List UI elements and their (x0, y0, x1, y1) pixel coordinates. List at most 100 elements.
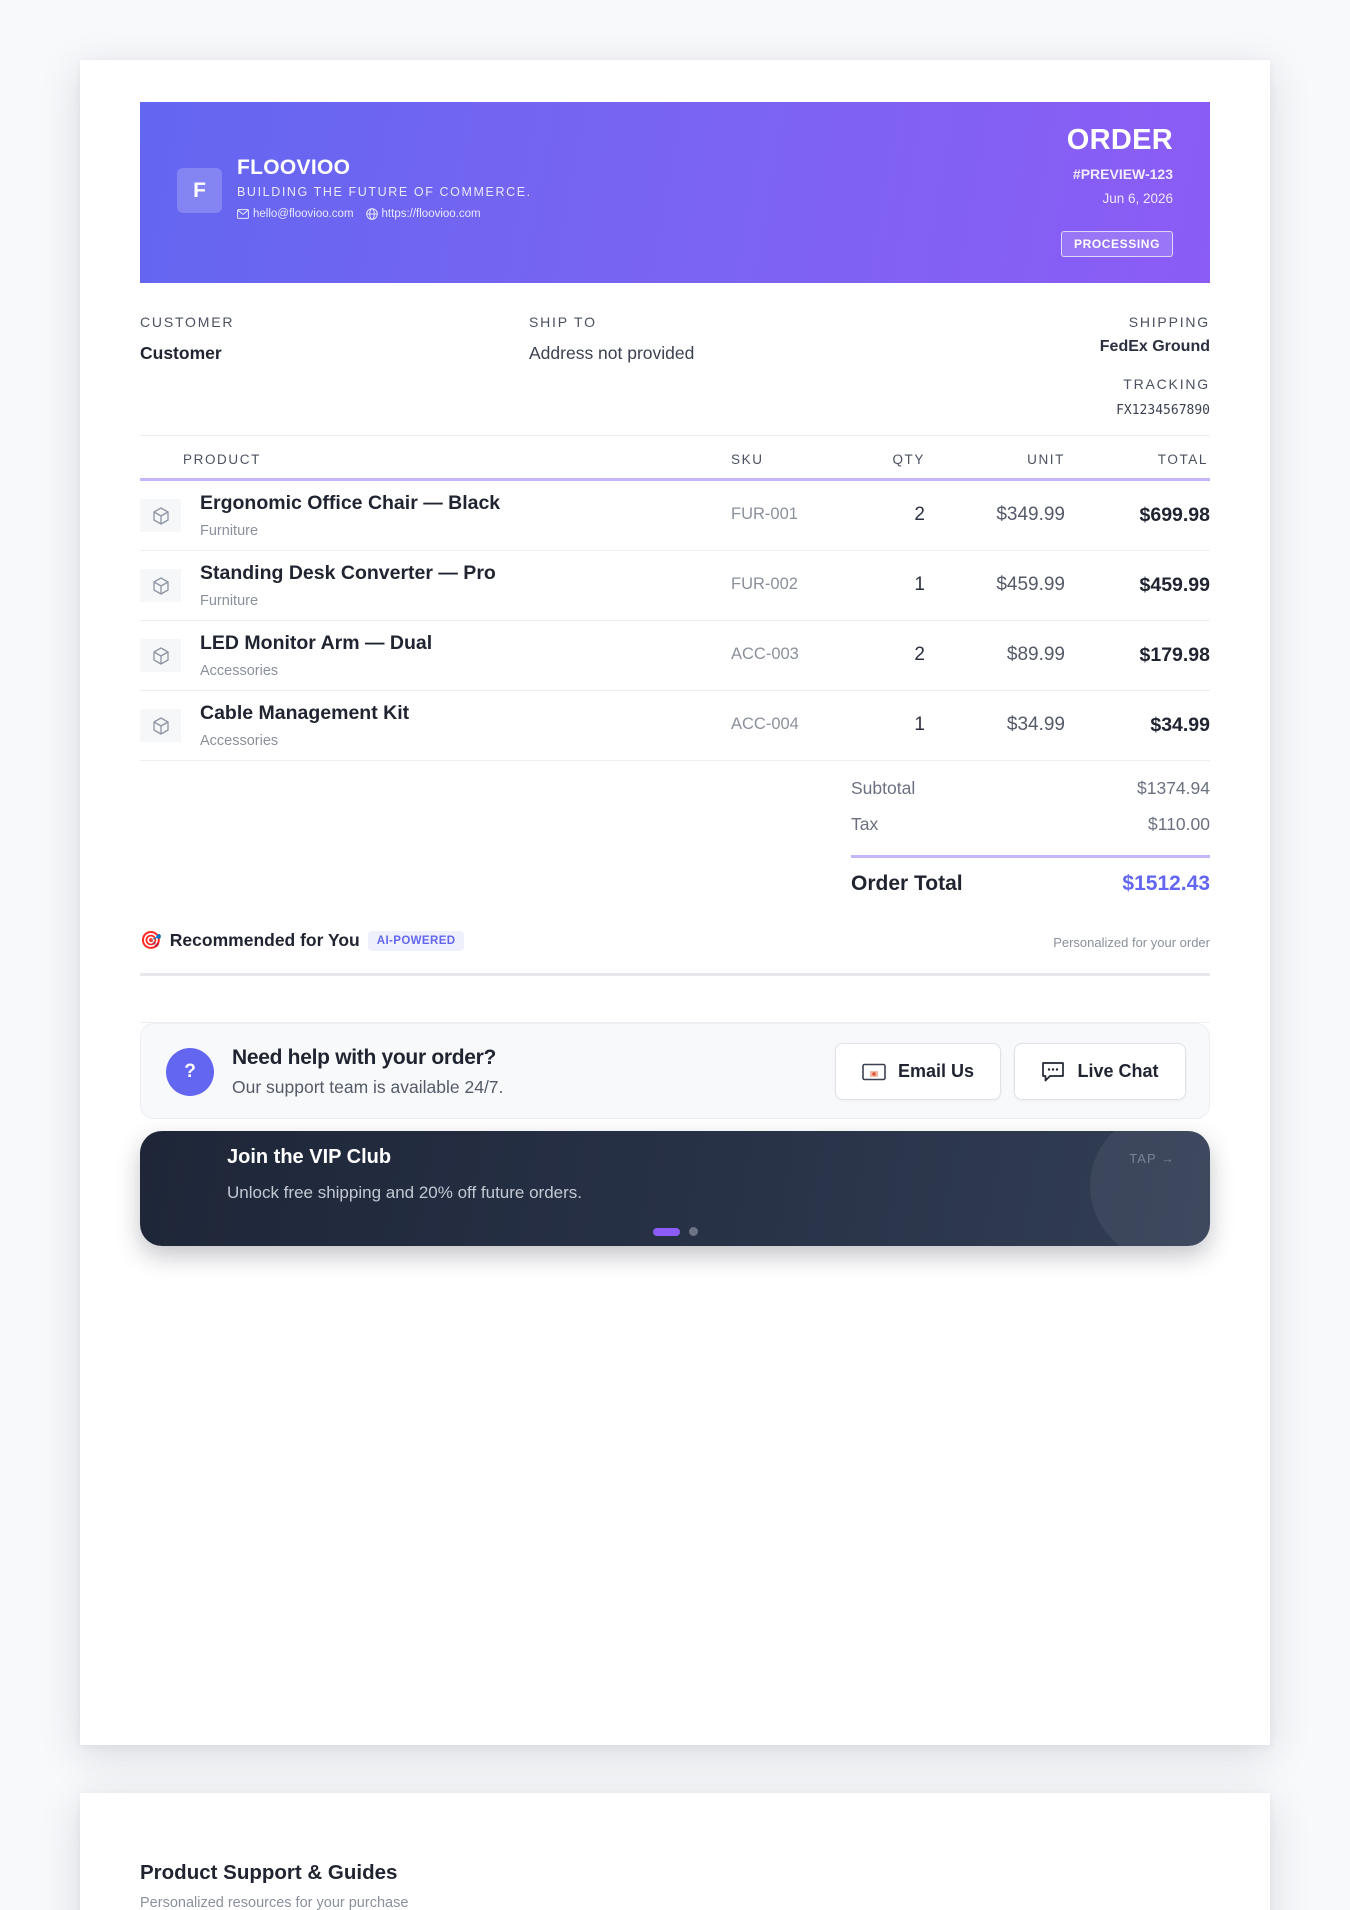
product-thumbnail (140, 569, 181, 602)
column-header-total: TOTAL (1157, 452, 1208, 467)
vip-club-banner[interactable]: Join the VIP Club Unlock free shipping a… (140, 1131, 1210, 1246)
status-badge: PROCESSING (1060, 231, 1173, 257)
column-header-qty: QTY (892, 452, 925, 467)
product-unit-price: $349.99 (996, 504, 1065, 525)
product-sku: ACC-004 (731, 715, 799, 733)
table-row[interactable]: Ergonomic Office Chair — Black Furniture… (140, 481, 1210, 551)
tap-hint: TAP → (1129, 1151, 1175, 1166)
brand-logo: F (177, 168, 222, 213)
carousel-dots (653, 1227, 698, 1236)
product-line-total: $34.99 (1150, 714, 1210, 736)
order-document-page: F FLOOVIOO BUILDING THE FUTURE OF COMMER… (80, 60, 1270, 1745)
product-name: Standing Desk Converter — Pro (200, 562, 496, 584)
order-number: #PREVIEW-123 (1072, 166, 1173, 182)
product-category: Accessories (200, 733, 279, 749)
tracking-number[interactable]: FX1234567890 (1116, 403, 1210, 418)
recommended-subtitle: Personalized for your order (1053, 935, 1210, 950)
package-icon (152, 506, 169, 525)
column-header-unit: UNIT (1027, 452, 1065, 467)
tax-value: $110.00 (1148, 814, 1210, 834)
help-icon: ? (166, 1048, 214, 1096)
tracking-label: TRACKING (1123, 376, 1210, 392)
product-line-total: $699.98 (1139, 504, 1211, 526)
customer-label: CUSTOMER (140, 314, 235, 330)
recommended-heading: 🎯 Recommended for You AI-POWERED (140, 930, 465, 951)
envelope-icon (862, 1063, 886, 1080)
product-unit-price: $89.99 (1006, 644, 1065, 665)
table-row[interactable]: LED Monitor Arm — Dual Accessories ACC-0… (140, 621, 1210, 691)
table-row[interactable]: Standing Desk Converter — Pro Furniture … (140, 551, 1210, 621)
product-qty: 1 (914, 714, 925, 735)
product-qty: 1 (914, 574, 925, 595)
subtotal-value: $1374.94 (1137, 778, 1210, 798)
target-icon: 🎯 (140, 930, 162, 950)
product-sku: FUR-002 (731, 575, 798, 593)
order-date: Jun 6, 2026 (1102, 191, 1173, 206)
ai-powered-badge: AI-POWERED (367, 930, 465, 951)
grand-total-value: $1512.43 (1122, 872, 1210, 895)
brand-name: FLOOVIOO (237, 156, 351, 179)
email-us-button[interactable]: Email Us (835, 1043, 1001, 1100)
support-guides-subtitle: Personalized resources for your purchase (140, 1895, 409, 1910)
product-qty: 2 (914, 644, 925, 665)
product-category: Accessories (200, 663, 279, 679)
subtotal-label: Subtotal (851, 778, 916, 798)
live-chat-button[interactable]: Live Chat (1014, 1043, 1186, 1100)
contact-website-text: https://floovioo.com (381, 208, 481, 220)
contact-website[interactable]: https://floovioo.com (365, 208, 481, 220)
customer-value: Customer (140, 343, 222, 363)
ship-to-value: Address not provided (529, 343, 695, 363)
product-thumbnail (140, 709, 181, 742)
product-line-total: $179.98 (1139, 644, 1211, 666)
product-sku: ACC-003 (731, 645, 799, 663)
decorative-circle (1090, 1131, 1210, 1246)
support-guides-title: Product Support & Guides (140, 1861, 398, 1884)
product-name: Ergonomic Office Chair — Black (200, 492, 501, 514)
package-icon (152, 646, 169, 665)
recommended-rule (140, 973, 1210, 976)
product-category: Furniture (200, 523, 259, 539)
product-unit-price: $459.99 (996, 574, 1065, 595)
info-divider (140, 435, 1210, 436)
contact-email[interactable]: hello@floovioo.com (237, 208, 354, 220)
grand-total-rule (851, 855, 1210, 858)
support-title: Need help with your order? (232, 1046, 497, 1069)
brand-contacts: hello@floovioo.com https://floovioo.com (237, 208, 481, 220)
mail-icon (237, 209, 249, 219)
product-line-total: $459.99 (1139, 574, 1211, 596)
ship-to-label: SHIP TO (529, 314, 597, 330)
carousel-dot[interactable] (689, 1227, 698, 1236)
product-category: Furniture (200, 593, 259, 609)
support-card: ? Need help with your order? Our support… (140, 1023, 1210, 1119)
product-qty: 2 (914, 504, 925, 525)
product-thumbnail (140, 639, 181, 672)
product-name: LED Monitor Arm — Dual (200, 632, 433, 654)
chat-bubble-icon (1042, 1061, 1065, 1081)
contact-email-text: hello@floovioo.com (253, 208, 354, 220)
tax-label: Tax (851, 814, 879, 834)
grand-total-label: Order Total (851, 872, 963, 895)
table-row[interactable]: Cable Management Kit Accessories ACC-004… (140, 691, 1210, 761)
column-header-product: PRODUCT (183, 452, 261, 467)
support-subtitle: Our support team is available 24/7. (232, 1077, 504, 1097)
product-sku: FUR-001 (731, 505, 798, 523)
product-thumbnail (140, 499, 181, 532)
recommended-title: Recommended for You (169, 930, 360, 950)
shipping-value: FedEx Ground (1099, 338, 1210, 355)
product-unit-price: $34.99 (1006, 714, 1065, 735)
package-icon (152, 716, 169, 735)
order-header-banner: F FLOOVIOO BUILDING THE FUTURE OF COMMER… (140, 102, 1210, 283)
brand-tagline: BUILDING THE FUTURE OF COMMERCE. (237, 185, 532, 199)
vip-subtitle: Unlock free shipping and 20% off future … (227, 1183, 583, 1202)
live-chat-label: Live Chat (1077, 1061, 1159, 1081)
email-us-label: Email Us (897, 1061, 975, 1081)
shipping-label: SHIPPING (1128, 314, 1210, 330)
carousel-dot-active[interactable] (653, 1227, 680, 1236)
document-title: ORDER (1066, 124, 1173, 156)
vip-title: Join the VIP Club (227, 1146, 392, 1168)
package-icon (152, 576, 169, 595)
product-name: Cable Management Kit (200, 702, 410, 724)
globe-icon (365, 208, 378, 220)
support-guides-page: Product Support & Guides Personalized re… (80, 1793, 1270, 1910)
column-header-sku: SKU (731, 452, 764, 467)
